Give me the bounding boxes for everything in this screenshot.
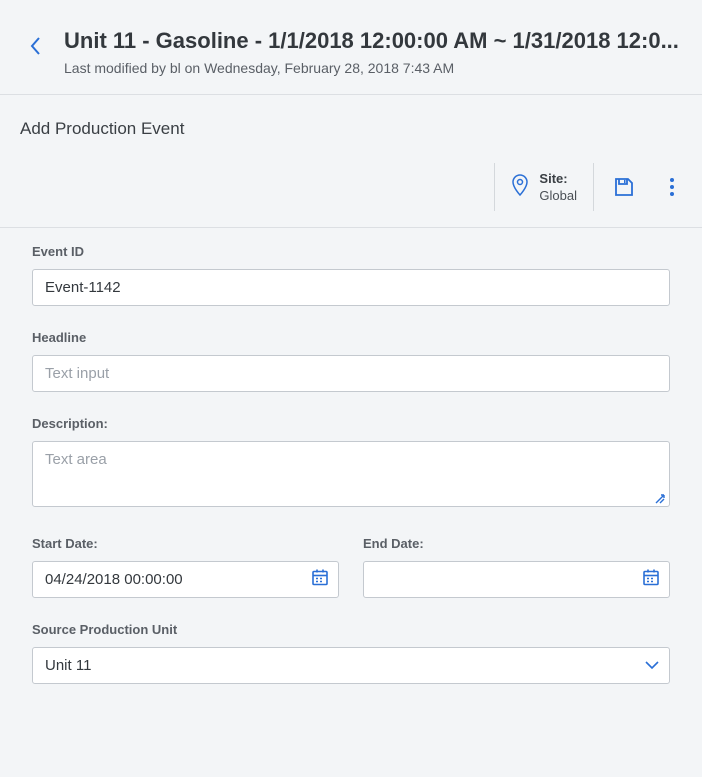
page-title: Unit 11 - Gasoline - 1/1/2018 12:00:00 A… [64,28,682,54]
headline-label: Headline [32,330,670,345]
site-value: Global [539,188,577,203]
event-id-input[interactable] [32,269,670,306]
more-group [654,163,682,211]
site-group: Site: Global [494,163,593,211]
source-unit-label: Source Production Unit [32,622,670,637]
end-date-input[interactable] [363,561,670,598]
site-text: Site: Global [539,171,577,203]
description-wrap [32,441,670,512]
save-icon [614,177,634,197]
event-id-row: Event ID [32,244,670,306]
back-button[interactable] [20,30,52,62]
more-vertical-icon [670,178,674,196]
source-unit-row: Source Production Unit [32,622,670,684]
save-group [593,163,654,211]
headline-row: Headline [32,330,670,392]
end-date-wrap [363,561,670,598]
headline-input[interactable] [32,355,670,392]
description-textarea[interactable] [32,441,670,507]
start-date-wrap [32,561,339,598]
end-date-col: End Date: [363,536,670,598]
source-unit-wrap [32,647,670,684]
site-label: Site: [539,171,577,186]
section-title: Add Production Event [0,95,702,139]
toolbar: Site: Global [0,139,702,228]
page-header: Unit 11 - Gasoline - 1/1/2018 12:00:00 A… [0,0,702,95]
form: Event ID Headline Description: Start Dat… [0,228,702,724]
header-text-block: Unit 11 - Gasoline - 1/1/2018 12:00:00 A… [64,28,682,76]
save-button[interactable] [610,173,638,201]
source-unit-select[interactable] [32,647,670,684]
chevron-left-icon [29,35,43,57]
description-label: Description: [32,416,670,431]
description-row: Description: [32,416,670,512]
end-date-label: End Date: [363,536,670,551]
location-pin-icon [511,174,529,201]
event-id-label: Event ID [32,244,670,259]
start-date-input[interactable] [32,561,339,598]
start-date-col: Start Date: [32,536,339,598]
start-date-label: Start Date: [32,536,339,551]
page-subtitle: Last modified by bl on Wednesday, Februa… [64,60,682,76]
date-row: Start Date: End Date: [32,536,670,598]
more-menu-button[interactable] [662,173,682,201]
